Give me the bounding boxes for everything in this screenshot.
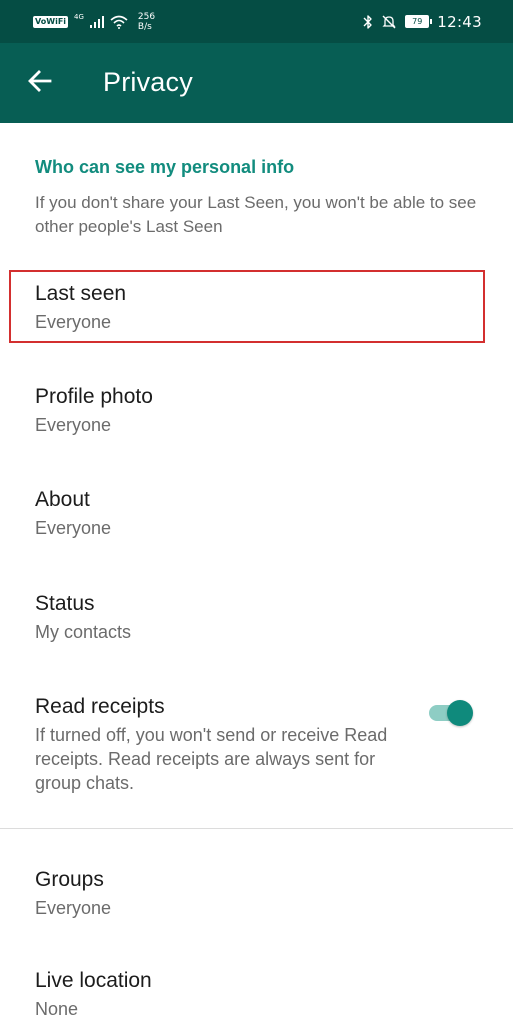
signal-icon	[89, 15, 104, 28]
section-description: If you don't share your Last Seen, you w…	[35, 193, 477, 236]
network-speed: 256 B/s	[138, 12, 155, 32]
bluetooth-icon	[363, 14, 372, 29]
back-button[interactable]	[20, 61, 60, 101]
setting-profile-photo[interactable]: Profile photo Everyone	[0, 376, 513, 448]
setting-value: Everyone	[35, 415, 112, 435]
highlight-box	[9, 270, 485, 343]
setting-title: About	[35, 488, 90, 511]
setting-value: My contacts	[35, 622, 132, 642]
setting-title: Read receipts	[35, 695, 165, 718]
app-bar: Privacy	[0, 43, 513, 123]
status-bar: VoWiFi 4G 256 B/s 79 12:43	[0, 0, 513, 43]
setting-live-location[interactable]: Live location None	[0, 961, 513, 1024]
toggle-thumb	[447, 700, 473, 726]
setting-value: Everyone	[35, 898, 112, 918]
arrow-back-icon	[28, 70, 52, 92]
network-type-label: 4G	[74, 12, 84, 21]
setting-groups[interactable]: Groups Everyone	[0, 859, 513, 931]
clock: 12:43	[437, 12, 482, 31]
setting-title: Live location	[35, 969, 152, 992]
status-bar-right: 79 12:43	[363, 0, 482, 43]
muted-notifications-icon	[382, 15, 396, 28]
battery-icon: 79	[405, 15, 433, 28]
setting-value: None	[35, 999, 79, 1019]
section-header: Who can see my personal info	[35, 157, 295, 177]
setting-title: Groups	[35, 868, 104, 891]
network-speed-unit: B/s	[137, 21, 152, 32]
setting-about[interactable]: About Everyone	[0, 479, 513, 551]
status-bar-left: VoWiFi 4G 256 B/s	[33, 0, 155, 43]
setting-title: Status	[35, 592, 95, 615]
network-speed-value: 256	[137, 11, 156, 22]
divider	[0, 828, 513, 829]
page-title: Privacy	[103, 67, 193, 97]
vowifi-badge: VoWiFi	[33, 15, 69, 28]
setting-status[interactable]: Status My contacts	[0, 583, 513, 655]
wifi-icon	[110, 15, 128, 29]
setting-value: Everyone	[35, 518, 112, 538]
setting-description: If turned off, you won't send or receive…	[35, 725, 388, 793]
setting-title: Profile photo	[35, 385, 153, 408]
read-receipts-toggle[interactable]	[429, 700, 475, 726]
